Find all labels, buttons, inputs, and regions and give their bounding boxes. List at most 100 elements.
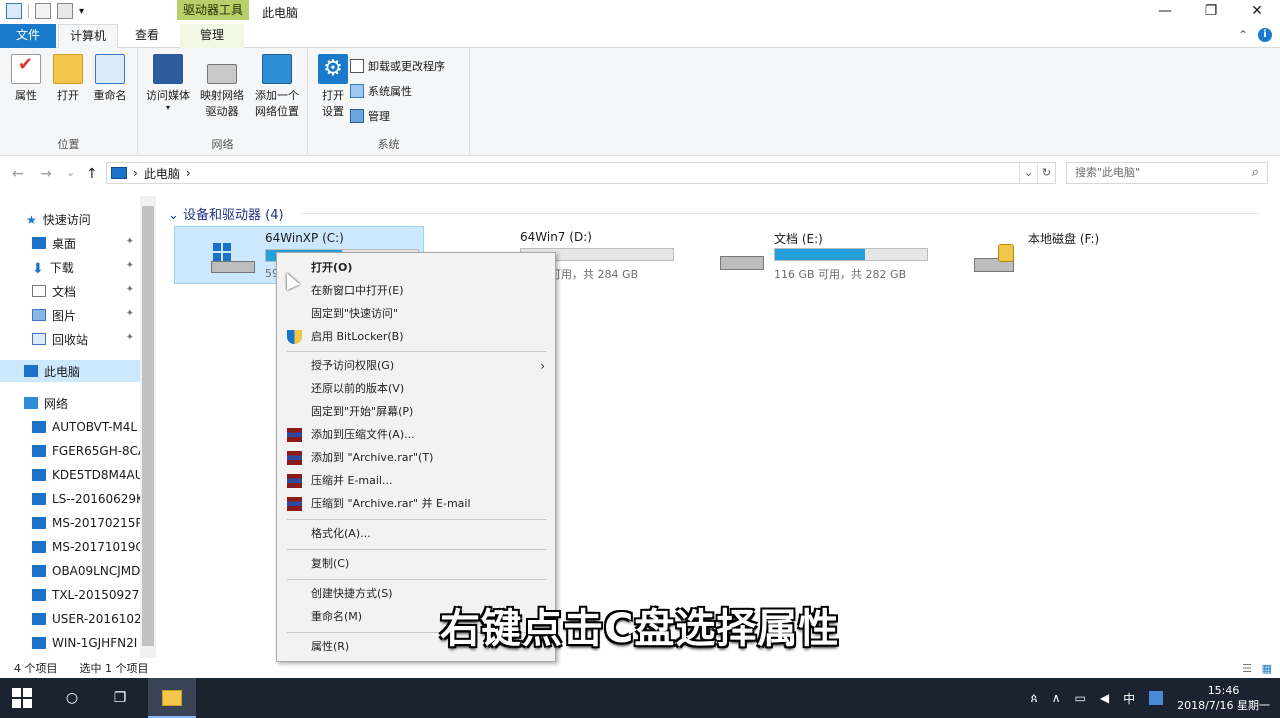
properties-icon[interactable]	[35, 3, 51, 19]
tab-view[interactable]: 查看	[124, 24, 170, 48]
menu-item-copy[interactable]: 复制(C)	[277, 553, 555, 575]
menu-item-compress-email[interactable]: 压缩并 E-mail...	[277, 470, 555, 492]
clock[interactable]: 15:46 2018/7/16 星期一	[1177, 683, 1270, 713]
computer-icon	[32, 613, 46, 625]
network-icon[interactable]: ▭	[1075, 691, 1086, 705]
scrollbar-thumb[interactable]	[142, 206, 154, 646]
nav-downloads[interactable]: ⬇ 下载 ✦	[0, 256, 140, 278]
menu-item-bitlocker[interactable]: 启用 BitLocker(B)	[277, 326, 555, 348]
open-button[interactable]: 打开	[50, 54, 86, 104]
menu-item-open-new-window[interactable]: 在新窗口中打开(E)	[277, 280, 555, 302]
title-bar: ▾ 驱动器工具 此电脑 — ❐ ✕	[0, 0, 1280, 24]
menu-label: 在新窗口中打开(E)	[311, 284, 404, 297]
address-bar[interactable]: › 此电脑 › ⌄ ↻	[106, 162, 1056, 184]
drive-e[interactable]: 文档 (E:) 116 GB 可用，共 282 GB	[684, 226, 934, 284]
devices-section-header[interactable]: ⌄ 设备和驱动器 (4)	[168, 204, 284, 223]
close-button[interactable]: ✕	[1234, 0, 1280, 24]
nav-network-computer[interactable]: KDE5TD8M4AU	[0, 464, 140, 486]
search-input[interactable]: 搜索"此电脑" ⌕	[1066, 162, 1268, 184]
recent-locations-button[interactable]: ⌄	[66, 166, 75, 179]
menu-item-add-archive[interactable]: 添加到压缩文件(A)...	[277, 424, 555, 446]
rename-button[interactable]: 重命名	[88, 54, 132, 104]
open-label: 打开	[57, 89, 79, 102]
nav-recycle-bin[interactable]: 回收站 ✦	[0, 328, 140, 350]
menu-separator	[287, 519, 547, 520]
nav-network[interactable]: 网络	[0, 392, 140, 414]
access-media-button[interactable]: 访问媒体 ▾	[142, 54, 194, 112]
search-icon[interactable]: ⌕	[1252, 163, 1259, 183]
open-settings-button[interactable]: ⚙ 打开 设置	[316, 54, 350, 120]
taskbar-file-explorer[interactable]	[148, 678, 196, 718]
path-separator[interactable]: ›	[186, 166, 191, 180]
forward-button[interactable]: →	[40, 166, 52, 182]
nav-network-computer[interactable]: AUTOBVT-M4L	[0, 416, 140, 438]
nav-network-computer[interactable]: MS-20170215P	[0, 512, 140, 534]
computer-icon[interactable]	[6, 3, 22, 19]
expand-ribbon-icon[interactable]: ⌃	[1238, 28, 1248, 42]
pin-icon[interactable]: ✦	[126, 284, 134, 295]
people-icon[interactable]: ጰ	[1031, 691, 1038, 706]
action-center-icon[interactable]	[1149, 691, 1164, 705]
computer-icon	[32, 493, 46, 505]
tab-manage[interactable]: 管理	[180, 24, 244, 48]
refresh-button[interactable]: ↻	[1037, 163, 1055, 183]
menu-item-format[interactable]: 格式化(A)...	[277, 523, 555, 545]
minimize-button[interactable]: —	[1142, 0, 1188, 24]
manage-button[interactable]: 管理	[350, 108, 390, 124]
nav-network-computer[interactable]: LS--20160629K	[0, 488, 140, 510]
tray-expand-icon[interactable]: ∧	[1052, 691, 1061, 705]
menu-item-restore-versions[interactable]: 还原以前的版本(V)	[277, 378, 555, 400]
new-folder-icon[interactable]	[57, 3, 73, 19]
drive-f[interactable]: 本地磁盘 (F:)	[938, 226, 1188, 284]
rename-icon	[95, 54, 125, 84]
pin-icon[interactable]: ✦	[126, 332, 134, 343]
tab-computer[interactable]: 计算机	[58, 24, 118, 49]
system-properties-button[interactable]: 系统属性	[350, 83, 412, 99]
map-network-drive-button[interactable]: 映射网络 驱动器	[196, 54, 248, 120]
nav-network-computer[interactable]: MS-20171019C	[0, 536, 140, 558]
locked-drive-icon	[974, 242, 1018, 272]
nav-network-computer[interactable]: FGER65GH-8CA	[0, 440, 140, 462]
large-icons-view-icon[interactable]: ▦	[1262, 662, 1272, 675]
menu-item-compress-rar-email[interactable]: 压缩到 "Archive.rar" 并 E-mail	[277, 493, 555, 515]
search-button[interactable]: ○	[60, 686, 84, 710]
address-dropdown-button[interactable]: ⌄	[1019, 163, 1037, 183]
nav-network-computer[interactable]: WIN-1GJHFN2I	[0, 632, 140, 654]
menu-item-open[interactable]: 打开(O)	[277, 257, 555, 279]
nav-pictures[interactable]: 图片 ✦	[0, 304, 140, 326]
nav-scrollbar[interactable]	[140, 196, 156, 658]
tab-file[interactable]: 文件	[0, 24, 56, 48]
nav-documents[interactable]: 文档 ✦	[0, 280, 140, 302]
up-button[interactable]: ↑	[86, 166, 98, 182]
breadcrumb-this-pc[interactable]: 此电脑	[144, 165, 180, 182]
uninstall-button[interactable]: 卸载或更改程序	[350, 58, 445, 74]
nav-network-computer[interactable]: OBA09LNCJMD	[0, 560, 140, 582]
details-view-icon[interactable]: ☰	[1242, 662, 1252, 675]
task-view-button[interactable]: ❐	[108, 686, 132, 710]
nav-network-computer[interactable]: USER-2016102	[0, 608, 140, 630]
volume-icon[interactable]: ◀	[1100, 691, 1109, 705]
qat-dropdown-icon[interactable]: ▾	[79, 6, 84, 17]
menu-item-pin-quick-access[interactable]: 固定到"快速访问"	[277, 303, 555, 325]
menu-label: 压缩到 "Archive.rar" 并 E-mail	[311, 497, 471, 510]
open-settings-label-1: 打开	[322, 89, 344, 102]
nav-network-computer[interactable]: TXL-20150927	[0, 584, 140, 606]
menu-item-pin-start[interactable]: 固定到"开始"屏幕(P)	[277, 401, 555, 423]
start-button[interactable]	[12, 688, 32, 708]
menu-item-grant-access[interactable]: 授予访问权限(G) ›	[277, 355, 555, 377]
pin-icon[interactable]: ✦	[126, 308, 134, 319]
nav-desktop[interactable]: 桌面 ✦	[0, 232, 140, 254]
maximize-button[interactable]: ❐	[1188, 0, 1234, 24]
back-button[interactable]: ←	[12, 166, 24, 182]
menu-item-add-archive-rar[interactable]: 添加到 "Archive.rar"(T)	[277, 447, 555, 469]
nav-quick-access[interactable]: ★ 快速访问	[0, 208, 140, 230]
path-separator[interactable]: ›	[133, 166, 138, 180]
pin-icon[interactable]: ✦	[126, 260, 134, 271]
add-network-location-button[interactable]: 添加一个 网络位置	[250, 54, 304, 120]
properties-button[interactable]: ✔ 属性	[6, 54, 46, 104]
pin-icon[interactable]: ✦	[126, 236, 134, 247]
help-icon[interactable]: i	[1258, 28, 1272, 42]
ime-indicator[interactable]: 中	[1123, 690, 1135, 707]
nav-this-pc[interactable]: 此电脑	[0, 360, 140, 382]
quick-access-toolbar: ▾	[6, 3, 84, 19]
